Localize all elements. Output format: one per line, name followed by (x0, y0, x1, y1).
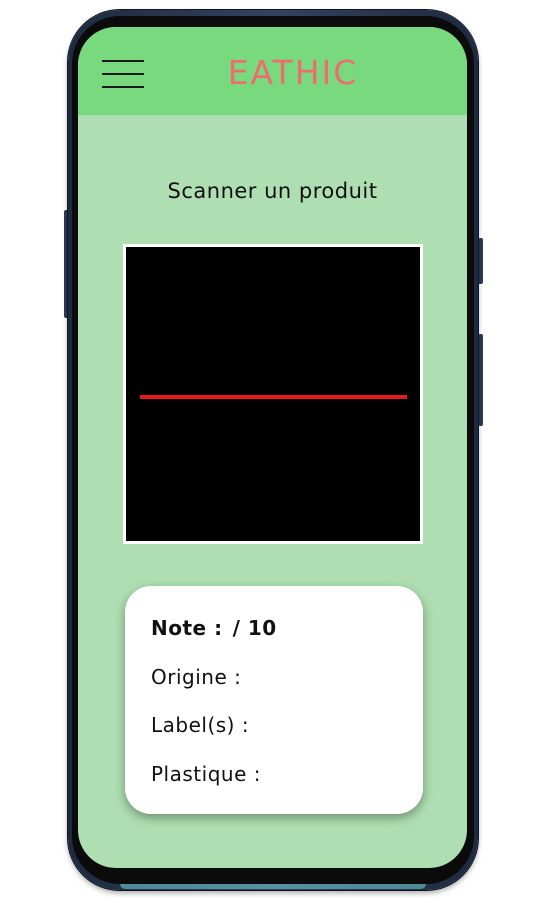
menu-line (102, 73, 144, 75)
phone-power-button (478, 334, 483, 426)
scan-line (140, 395, 407, 399)
plastique-label: Plastique : (151, 762, 261, 786)
menu-line (102, 86, 144, 88)
scan-title: Scanner un produit (167, 179, 378, 203)
app-header: EATHIC (78, 27, 467, 115)
phone-bottom-edge (120, 884, 426, 889)
phone-volume-up-button (478, 238, 483, 284)
note-value: / 10 (232, 616, 277, 640)
hamburger-menu-icon[interactable] (102, 60, 144, 88)
note-row: Note : / 10 (151, 616, 277, 640)
labels-label: Label(s) : (151, 713, 250, 737)
barcode-scanner-viewport[interactable] (123, 244, 423, 544)
app-screen: EATHIC Scanner un produit Note : / 10 Ori… (78, 27, 467, 868)
origine-label: Origine : (151, 665, 242, 689)
menu-line (102, 60, 144, 62)
product-info-card: Note : / 10 Origine : Label(s) : Plastiqu… (125, 586, 423, 814)
app-title: EATHIC (227, 53, 359, 92)
note-label: Note : (151, 616, 223, 640)
